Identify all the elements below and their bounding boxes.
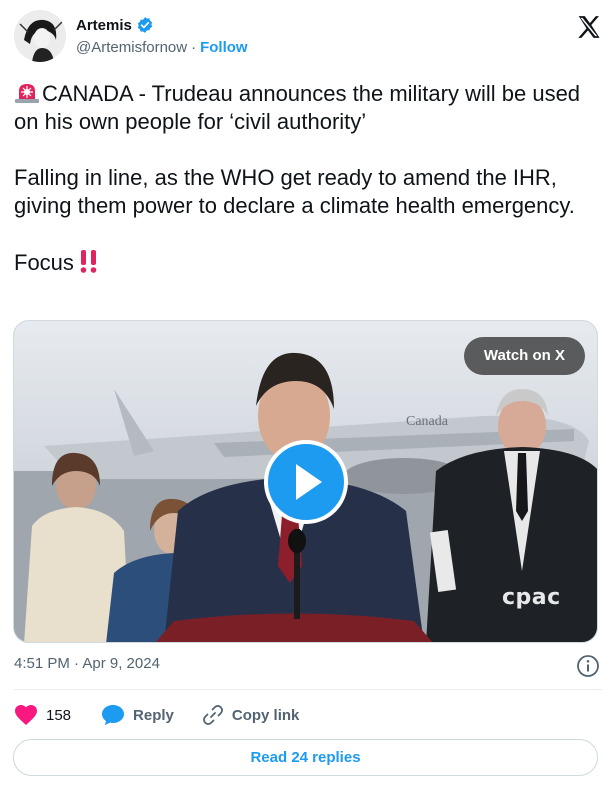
display-name-row: Artemis (76, 15, 248, 35)
divider (14, 689, 602, 690)
separator-dot: · (191, 39, 197, 56)
rotating-light-emoji-icon (14, 80, 40, 104)
link-icon (202, 705, 223, 725)
watch-on-x-button[interactable]: Watch on X (463, 337, 585, 375)
tweet-line-1: CANADA - Trudeau announces the military … (14, 81, 581, 134)
author-handle[interactable]: @Artemisfornow (76, 39, 187, 56)
play-button[interactable] (264, 440, 348, 524)
plane-text: Canada (406, 414, 449, 429)
verified-badge-icon (136, 16, 154, 34)
x-logo-icon[interactable] (576, 14, 602, 40)
tweet-actions: 158 Reply Copy link (14, 702, 299, 728)
display-name[interactable]: Artemis (76, 17, 132, 34)
handle-row: @Artemisfornow · Follow (76, 39, 248, 56)
tweet-header: Artemis @Artemisfornow · Follow (14, 10, 604, 66)
like-count: 158 (46, 706, 72, 724)
reply-label: Reply (133, 706, 174, 724)
play-icon (296, 464, 322, 500)
tweet-line-3: Focus (14, 250, 74, 275)
heart-icon (15, 705, 37, 725)
tweet-text: CANADA - Trudeau announces the military … (14, 80, 594, 277)
like-button[interactable]: 158 (14, 704, 71, 726)
copy-link-label: Copy link (231, 706, 300, 724)
reply-button[interactable]: Reply (101, 704, 174, 726)
video-media[interactable]: Canada Watch on X cpac (13, 320, 598, 643)
follow-button[interactable]: Follow (200, 39, 248, 56)
cpac-watermark: cpac (502, 585, 561, 610)
tweet-line-2: Falling in line, as the WHO get ready to… (14, 165, 575, 218)
reply-bubble-icon (102, 705, 125, 725)
double-exclamation-emoji-icon (78, 248, 100, 274)
read-replies-button[interactable]: Read 24 replies (13, 739, 598, 776)
copy-link-button[interactable]: Copy link (202, 704, 300, 726)
author-avatar[interactable] (14, 10, 66, 62)
author-names: Artemis @Artemisfornow · Follow (76, 15, 248, 57)
tweet-timestamp[interactable]: 4:51 PM · Apr 9, 2024 (14, 655, 160, 672)
info-icon[interactable] (576, 654, 600, 678)
